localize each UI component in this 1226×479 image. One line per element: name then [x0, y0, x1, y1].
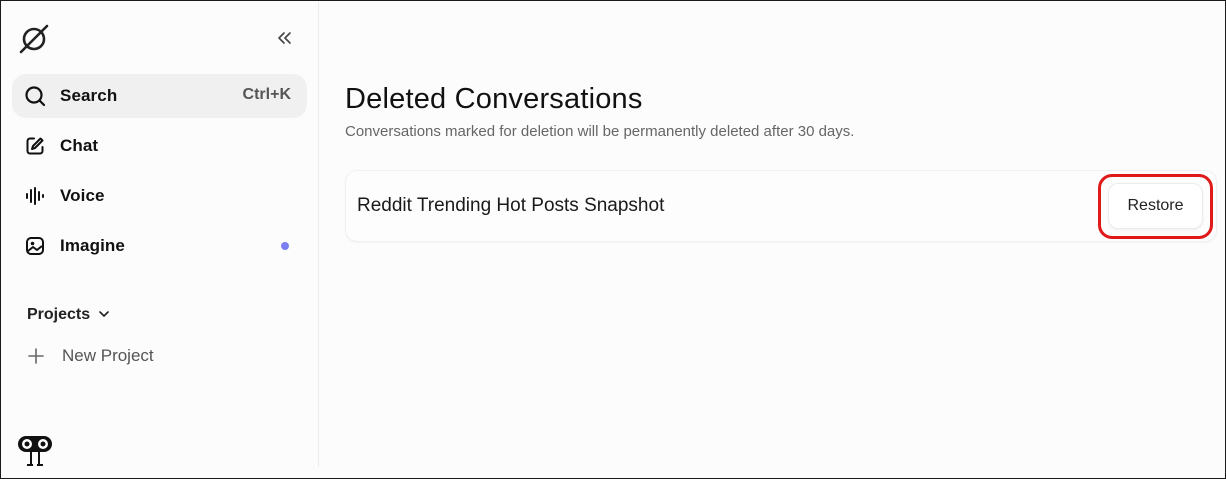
app-window: Search Ctrl+K Chat Voice Imagine Project…	[0, 0, 1226, 479]
sidebar-item-label: Voice	[60, 186, 105, 205]
list-item: Reddit Trending Hot Posts Snapshot Resto…	[345, 170, 1217, 242]
sidebar-item-voice[interactable]: Voice	[12, 174, 307, 218]
sidebar-item-label: Search	[60, 86, 118, 105]
keyboard-shortcut: Ctrl+K	[242, 86, 291, 103]
sidebar-item-search[interactable]: Search Ctrl+K	[12, 74, 307, 118]
double-chevron-left-icon[interactable]	[272, 27, 296, 49]
projects-label: Projects	[27, 306, 91, 323]
new-project-label: New Project	[62, 346, 154, 365]
restore-button[interactable]: Restore	[1108, 183, 1203, 229]
waveform-icon	[24, 185, 46, 207]
avatar-icon[interactable]	[17, 434, 53, 470]
page-title: Deleted Conversations	[345, 83, 643, 115]
page-subtitle: Conversations marked for deletion will b…	[345, 123, 855, 140]
projects-toggle[interactable]: Projects	[27, 306, 110, 324]
image-icon	[24, 235, 46, 257]
sidebar-item-chat[interactable]: Chat	[12, 124, 307, 168]
new-badge-dot	[281, 242, 289, 250]
sidebar-item-label: Chat	[60, 136, 99, 155]
edit-icon	[24, 135, 46, 157]
new-project-button[interactable]: New Project	[26, 346, 154, 366]
sidebar-item-label: Imagine	[60, 236, 125, 255]
plus-icon	[26, 346, 46, 366]
search-icon	[24, 85, 46, 107]
chevron-down-icon	[98, 306, 110, 324]
conversation-title: Reddit Trending Hot Posts Snapshot	[357, 195, 665, 216]
sidebar-item-imagine[interactable]: Imagine	[12, 224, 307, 268]
grok-logo-icon[interactable]	[17, 22, 51, 56]
sidebar: Search Ctrl+K Chat Voice Imagine Project…	[2, 2, 319, 467]
